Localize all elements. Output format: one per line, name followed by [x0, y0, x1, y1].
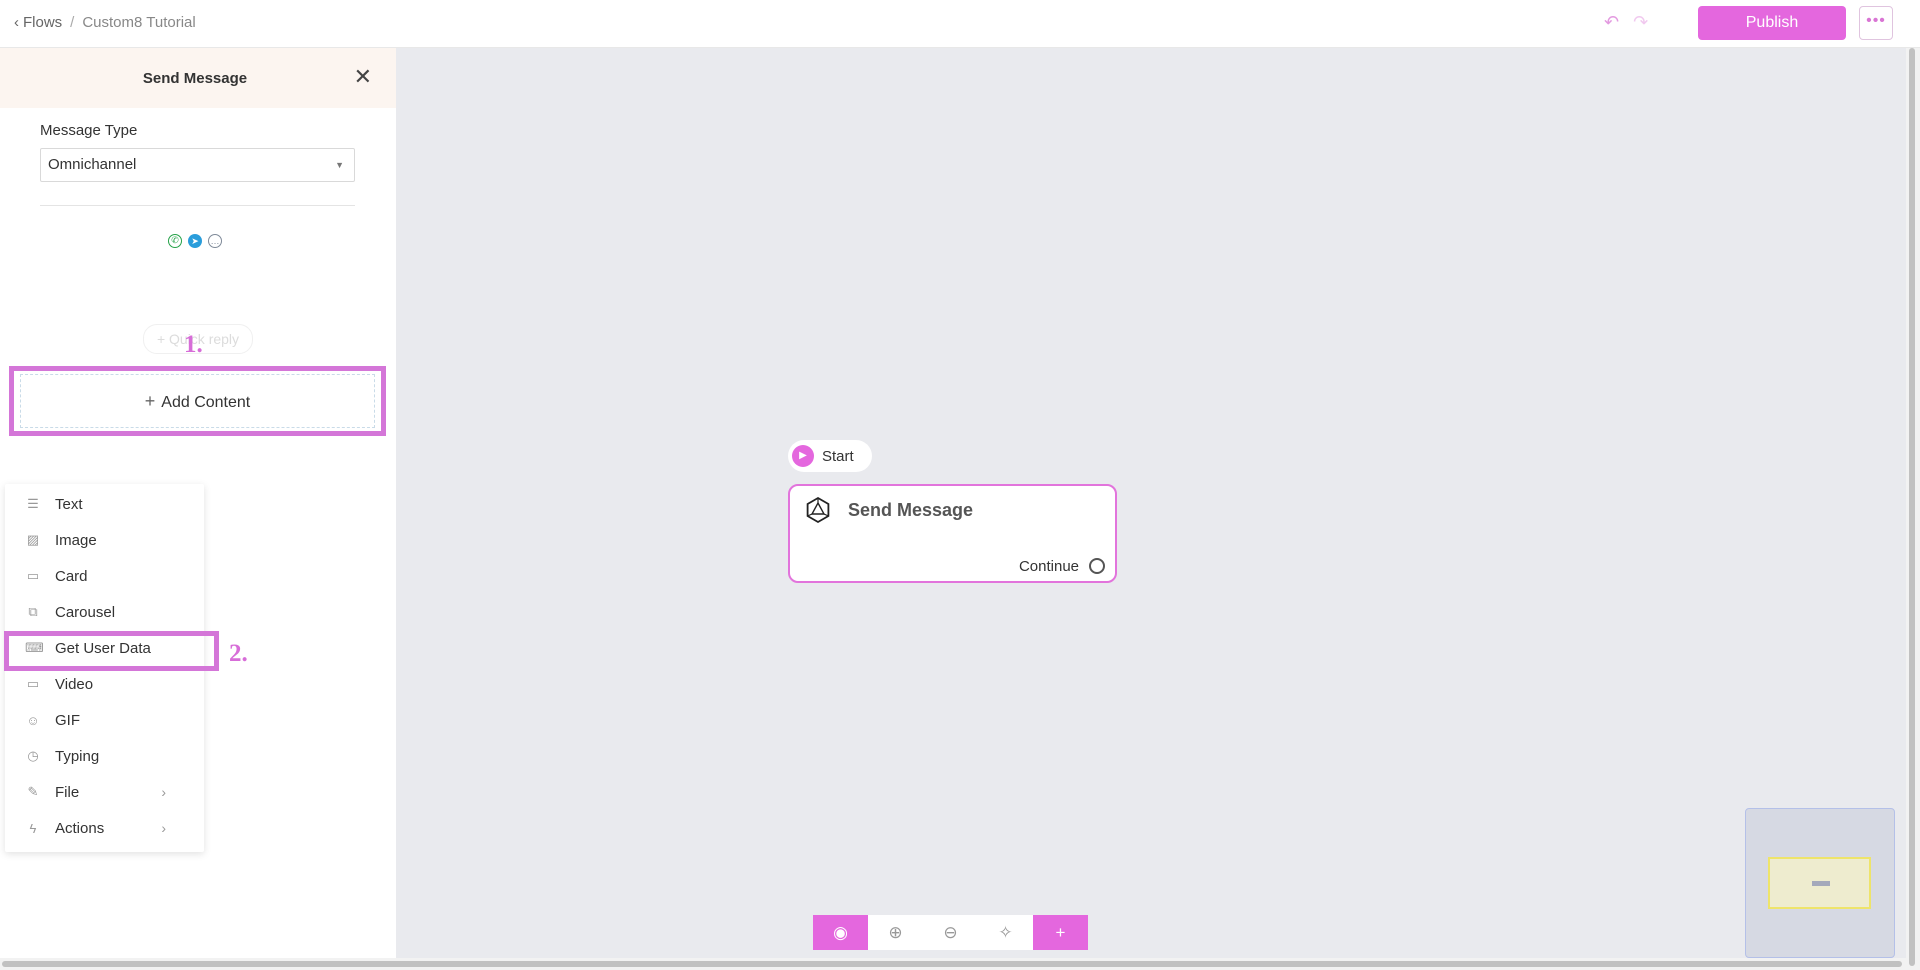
- magic-sparkle-icon[interactable]: ✧: [978, 915, 1033, 950]
- gif-icon: ☺: [26, 712, 40, 728]
- message-type-label: Message Type: [40, 122, 138, 139]
- minimap[interactable]: [1745, 808, 1895, 958]
- channel-icons: ✆ ➤ …: [168, 234, 222, 248]
- add-content-button[interactable]: + Add Content: [20, 374, 375, 428]
- more-options-button[interactable]: •••: [1859, 6, 1893, 40]
- add-content-label: Add Content: [161, 394, 251, 411]
- node-title: Send Message: [848, 500, 974, 520]
- telegram-icon: ➤: [188, 234, 202, 248]
- preview-eye-icon[interactable]: ◉: [813, 915, 868, 950]
- card-icon: ▭: [26, 568, 40, 583]
- menu-item-image[interactable]: ▨ Image: [5, 523, 204, 557]
- start-label: Start: [822, 447, 854, 465]
- panel-header: Send Message ✕: [0, 48, 396, 108]
- paperclip-icon: ✎: [27, 784, 39, 799]
- minimap-viewport[interactable]: [1768, 857, 1871, 909]
- top-bar: ‹ Flows / Custom8 Tutorial ↶ ↷ Publish •…: [0, 0, 1920, 48]
- panel-title: Send Message: [142, 70, 248, 87]
- step-2-annotation: 2.: [229, 640, 248, 667]
- video-icon: ▭: [26, 676, 40, 691]
- chat-bubble-icon: …: [208, 234, 222, 248]
- minimap-node: [1812, 881, 1830, 886]
- redo-icon[interactable]: ↷: [1633, 12, 1648, 33]
- flow-canvas[interactable]: [396, 48, 1906, 960]
- whatsapp-icon: ✆: [168, 234, 182, 248]
- canvas-toolbar: ◉ ⊕ ⊖ ✧ +: [813, 915, 1088, 950]
- back-to-flows-link[interactable]: ‹ Flows: [14, 14, 62, 31]
- text-icon: ☰: [27, 496, 39, 511]
- message-type-value: Omnichannel: [48, 156, 137, 173]
- plus-icon: +: [144, 391, 156, 411]
- menu-item-actions[interactable]: ϟ Actions ›: [5, 811, 204, 845]
- menu-item-label: Card: [55, 567, 88, 585]
- breadcrumb-current: Custom8 Tutorial: [82, 14, 196, 31]
- caret-down-icon: ▼: [335, 160, 344, 170]
- play-icon: ▶: [792, 445, 814, 467]
- menu-item-label: Text: [55, 495, 83, 513]
- menu-item-label: Typing: [55, 747, 100, 765]
- scrollbar-thumb[interactable]: [2, 961, 1902, 967]
- menu-item-typing[interactable]: ◷ Typing: [5, 739, 204, 773]
- add-content-highlight: + Add Content: [9, 366, 386, 436]
- clock-icon: ◷: [27, 748, 39, 763]
- undo-redo-group: ↶ ↷: [1604, 12, 1648, 33]
- step-1-annotation: 1.: [184, 331, 203, 358]
- message-type-select[interactable]: Omnichannel ▼: [40, 148, 355, 182]
- menu-item-label: GIF: [55, 711, 80, 729]
- lightning-icon: ϟ: [29, 820, 37, 836]
- send-message-node[interactable]: Send Message Continue: [788, 484, 1117, 583]
- node-output-label: Continue: [1018, 558, 1079, 575]
- close-icon[interactable]: ✕: [354, 64, 372, 90]
- image-icon: ▨: [26, 532, 40, 547]
- menu-item-label: Actions: [55, 819, 105, 837]
- menu-item-label: Carousel: [55, 603, 116, 621]
- publish-button[interactable]: Publish: [1698, 6, 1846, 40]
- chevron-right-icon: ›: [161, 820, 166, 836]
- chevron-left-icon: ‹: [14, 14, 19, 31]
- breadcrumb-flows: Flows: [23, 14, 63, 31]
- breadcrumb: ‹ Flows / Custom8 Tutorial: [14, 14, 196, 31]
- add-node-plus-icon[interactable]: +: [1033, 915, 1088, 950]
- get-user-data-highlight: [4, 631, 219, 671]
- menu-item-card[interactable]: ▭ Card: [5, 559, 204, 593]
- menu-item-carousel[interactable]: ⧉ Carousel: [5, 595, 204, 629]
- divider: [40, 205, 355, 206]
- polyhedron-icon: [806, 496, 830, 524]
- scrollbar-thumb[interactable]: [1909, 48, 1915, 966]
- undo-icon[interactable]: ↶: [1604, 12, 1619, 33]
- menu-item-label: Image: [55, 531, 97, 549]
- start-node[interactable]: ▶ Start: [788, 440, 872, 472]
- horizontal-scrollbar[interactable]: [0, 958, 1906, 970]
- zoom-in-icon[interactable]: ⊕: [868, 915, 923, 950]
- menu-item-text[interactable]: ☰ Text: [5, 487, 204, 521]
- breadcrumb-separator: /: [70, 14, 75, 31]
- output-port[interactable]: [1089, 558, 1105, 574]
- menu-item-file[interactable]: ✎ File ›: [5, 775, 204, 809]
- menu-item-video[interactable]: ▭ Video: [5, 667, 204, 701]
- zoom-out-icon[interactable]: ⊖: [923, 915, 978, 950]
- menu-item-label: Video: [55, 675, 94, 693]
- carousel-icon: ⧉: [28, 604, 38, 619]
- vertical-scrollbar[interactable]: [1906, 48, 1920, 970]
- chevron-right-icon: ›: [161, 784, 166, 800]
- menu-item-label: File: [55, 783, 80, 801]
- menu-item-gif[interactable]: ☺ GIF: [5, 703, 204, 737]
